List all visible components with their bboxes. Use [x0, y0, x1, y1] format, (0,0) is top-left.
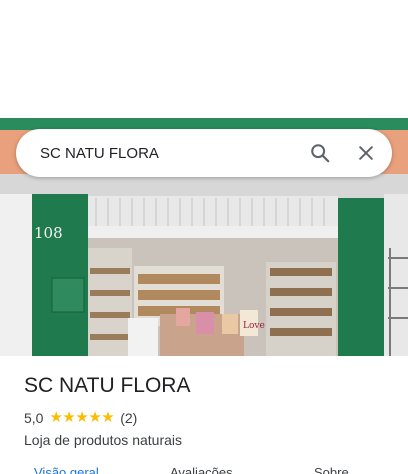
star-rating: ★ ★ ★ ★ ★	[49, 409, 114, 427]
tab-overview[interactable]: Visão geral	[34, 465, 99, 474]
tab-about[interactable]: Sobre	[314, 465, 349, 474]
place-info: SC NATU FLORA 5,0 ★ ★ ★ ★ ★ (2) Loja de prod…	[24, 372, 394, 448]
place-category: Loja de produtos naturais	[24, 432, 182, 448]
search-bar[interactable]: SC NATU FLORA	[16, 129, 392, 177]
street-number: 108	[34, 224, 63, 242]
close-button[interactable]	[346, 133, 386, 173]
star-icon: ★	[101, 409, 115, 426]
tab-reviews[interactable]: Avaliações	[170, 465, 233, 474]
close-icon	[359, 146, 373, 160]
search-icon	[311, 144, 330, 163]
love-sign: Love	[243, 321, 265, 331]
star-icon: ★	[88, 409, 102, 426]
search-button[interactable]	[300, 133, 340, 173]
place-title: SC NATU FLORA	[24, 374, 191, 397]
star-icon: ★	[75, 409, 89, 426]
star-icon: ★	[49, 409, 63, 426]
review-count: (2)	[120, 410, 138, 426]
rating-row[interactable]: 5,0 ★ ★ ★ ★ ★ (2)	[24, 409, 394, 427]
star-icon: ★	[62, 409, 76, 426]
tab-bar: Visão geral Avaliações Sobre	[0, 462, 408, 474]
search-input[interactable]: SC NATU FLORA	[40, 145, 300, 162]
rating-value: 5,0	[24, 410, 44, 426]
